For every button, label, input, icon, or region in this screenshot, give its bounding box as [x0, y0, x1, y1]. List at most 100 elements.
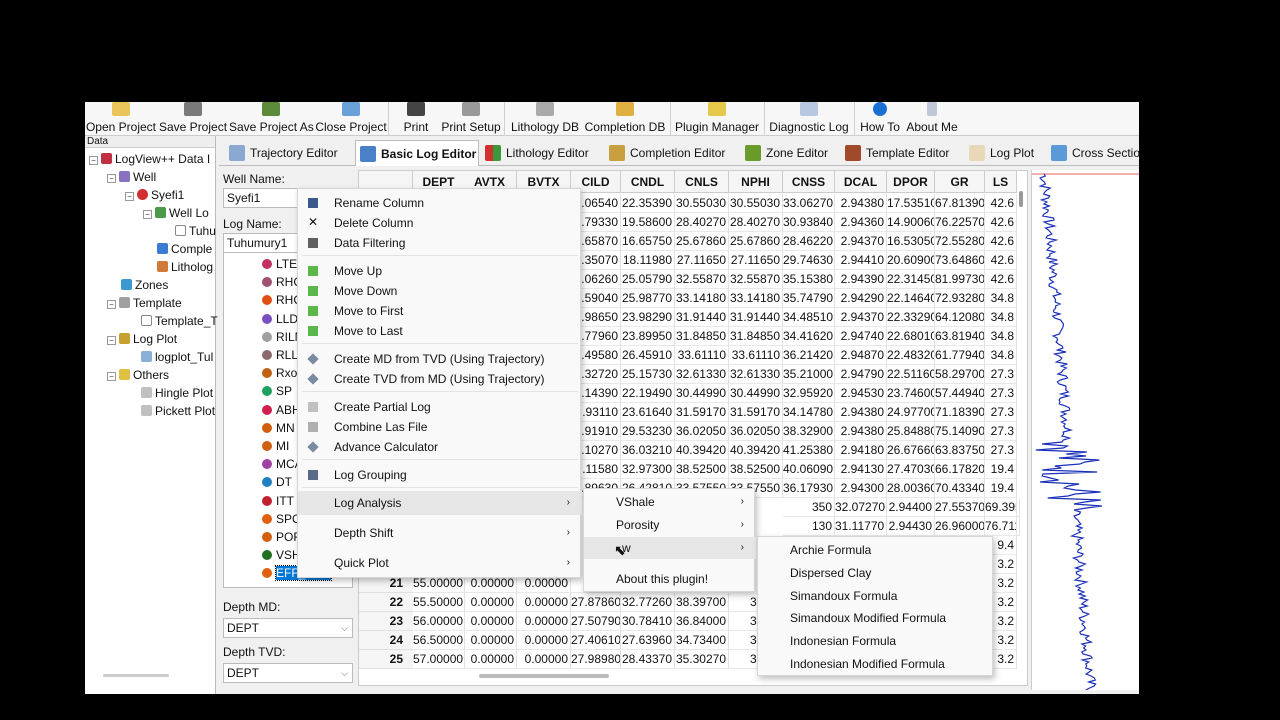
grid-cell[interactable]: 27.3 — [985, 441, 1017, 460]
tree-item-well[interactable]: − Well — [107, 168, 156, 186]
grid-cell[interactable]: 32.07270 — [835, 498, 887, 517]
grid-cell[interactable]: 2.94360 — [835, 213, 887, 232]
how-to-button[interactable]: How To — [857, 102, 903, 136]
grid-cell[interactable]: 36.02050 — [675, 422, 729, 441]
grid-cell[interactable]: 36.03210 — [621, 441, 675, 460]
grid-cell[interactable]: 2.94130 — [835, 460, 887, 479]
grid-cell[interactable]: 73.64860 — [935, 251, 985, 270]
log-curve-item[interactable]: ITT — [262, 492, 294, 510]
log-curve-item[interactable]: SP — [262, 382, 292, 400]
tab-zone-editor[interactable]: Zone Editor — [741, 140, 837, 166]
log-curve-item[interactable]: Rxol — [262, 364, 300, 382]
grid-cell[interactable]: 32.61330 — [729, 365, 783, 384]
grid-cell[interactable]: 33.61110 — [675, 346, 729, 365]
grid-cell[interactable]: 25.05790 — [621, 270, 675, 289]
grid-cell[interactable]: 28.40270 — [729, 213, 783, 232]
menu-log-grouping[interactable]: Log Grouping — [298, 465, 582, 485]
grid-cell[interactable]: 76.22570 — [935, 213, 985, 232]
grid-cell[interactable]: 31.59170 — [675, 403, 729, 422]
tree-item-logplot-tul[interactable]: logplot_Tul — [141, 348, 213, 366]
grid-cell[interactable]: 26.67660 — [887, 441, 935, 460]
menu-sw-formula[interactable]: Indonesian Formula — [758, 630, 994, 652]
collapse-icon[interactable]: − — [107, 372, 116, 381]
column-header[interactable]: LS — [985, 171, 1017, 193]
grid-cell[interactable]: 38.52500 — [675, 460, 729, 479]
grid-cell[interactable]: 66.17820 — [935, 460, 985, 479]
grid-cell[interactable]: 18.11980 — [621, 251, 675, 270]
grid-cell[interactable]: 0.00000 — [463, 593, 517, 612]
grid-cell[interactable]: 22.31450 — [887, 270, 935, 289]
grid-cell[interactable]: 25.84880 — [887, 422, 935, 441]
grid-cell[interactable]: 2.94530 — [835, 384, 887, 403]
menu-move-to-first[interactable]: Move to First — [298, 301, 582, 321]
collapse-icon[interactable]: − — [107, 174, 116, 183]
row-number[interactable]: 24 — [359, 631, 413, 650]
grid-cell[interactable]: 0.00000 — [463, 650, 517, 669]
row-number[interactable]: 22 — [359, 593, 413, 612]
log-curve-item[interactable]: RHC — [262, 291, 302, 309]
grid-cell[interactable]: 0.00000 — [517, 593, 571, 612]
grid-cell[interactable]: 64.12080 — [935, 308, 985, 327]
menu-sw-formula[interactable]: Simandoux Formula — [758, 585, 994, 607]
grid-cell[interactable]: 2.94300 — [835, 479, 887, 498]
column-header[interactable]: CNLS — [675, 171, 729, 193]
grid-cell[interactable]: 71.18390 — [935, 403, 985, 422]
grid-cell[interactable]: 16.53050 — [887, 232, 935, 251]
grid-cell[interactable]: 2.94870 — [835, 346, 887, 365]
grid-cell[interactable]: 28.46220 — [783, 232, 835, 251]
grid-cell[interactable]: 32.97300 — [621, 460, 675, 479]
grid-cell[interactable]: 2.94430 — [887, 517, 935, 536]
grid-cell[interactable]: 0.00000 — [517, 650, 571, 669]
column-header[interactable]: GR — [935, 171, 985, 193]
grid-cell[interactable]: 2.94380 — [835, 403, 887, 422]
grid-cell[interactable]: 2.94380 — [835, 194, 887, 213]
tree-root[interactable]: − LogView++ Data I — [89, 150, 210, 168]
grid-cell[interactable]: 31.91440 — [675, 308, 729, 327]
menu-create-partial-log[interactable]: Create Partial Log — [298, 397, 582, 417]
grid-cell[interactable]: 30.93840 — [783, 213, 835, 232]
menu-create-tvd-from-md[interactable]: Create TVD from MD (Using Trajectory) — [298, 369, 582, 389]
grid-cell[interactable]: 32.77260 — [621, 593, 675, 612]
grid-cell[interactable]: 19.4 — [985, 479, 1017, 498]
row-number[interactable]: 23 — [359, 612, 413, 631]
grid-cell[interactable]: 27.63960 — [621, 631, 675, 650]
grid-cell[interactable]: 22.19490 — [621, 384, 675, 403]
tree-item-tuhu[interactable]: Tuhu — [175, 222, 216, 240]
grid-cell[interactable]: 27.55370 — [935, 498, 985, 517]
grid-cell[interactable]: 24.97700 — [887, 403, 935, 422]
grid-cell[interactable]: 27.3 — [985, 365, 1017, 384]
grid-cell[interactable]: 34.73400 — [675, 631, 729, 650]
grid-cell[interactable]: 56.50000 — [413, 631, 465, 650]
grid-cell[interactable]: 32.95920 — [783, 384, 835, 403]
grid-cell[interactable]: 28.40270 — [675, 213, 729, 232]
grid-cell[interactable]: 40.39420 — [675, 441, 729, 460]
grid-cell[interactable]: 22.68010 — [887, 327, 935, 346]
menu-quick-plot[interactable]: Quick Plot › — [298, 551, 582, 575]
row-number[interactable]: 25 — [359, 650, 413, 669]
log-curve-item[interactable]: MI — [262, 437, 289, 455]
grid-cell[interactable]: 81.99730 — [935, 270, 985, 289]
tree-item-zones[interactable]: Zones — [121, 276, 168, 294]
grid-cell[interactable]: 76.71170 — [985, 517, 1017, 536]
column-header[interactable]: CNSS — [783, 171, 835, 193]
tree-item-hingle-plot[interactable]: Hingle Plot — [141, 384, 213, 402]
grid-cell[interactable]: 36.17930 — [783, 479, 835, 498]
grid-cell[interactable]: 26.96000 — [935, 517, 985, 536]
grid-cell[interactable]: 23.89950 — [621, 327, 675, 346]
menu-porosity[interactable]: Porosity › — [584, 514, 756, 536]
grid-cell[interactable]: 42.6 — [985, 194, 1017, 213]
collapse-icon[interactable]: − — [143, 210, 152, 219]
tree-item-template-t[interactable]: Template_T — [141, 312, 218, 330]
grid-cell[interactable]: 27.50790 — [571, 612, 621, 631]
grid-cell[interactable]: 67.81390 — [935, 194, 985, 213]
grid-cell[interactable]: 36.21420 — [783, 346, 835, 365]
menu-sw-formula[interactable]: Simandoux Modified Formula — [758, 607, 994, 629]
grid-cell[interactable]: 27.3 — [985, 384, 1017, 403]
grid-cell[interactable]: 2.94790 — [835, 365, 887, 384]
column-header[interactable]: CNDL — [621, 171, 675, 193]
grid-cell[interactable]: 350 — [783, 498, 835, 517]
tab-trajectory-editor[interactable]: Trajectory Editor — [225, 140, 355, 166]
grid-cell[interactable]: 33.14180 — [729, 289, 783, 308]
grid-cell[interactable]: 2.94400 — [887, 498, 935, 517]
menu-log-analysis[interactable]: Log Analysis › — [298, 491, 582, 515]
